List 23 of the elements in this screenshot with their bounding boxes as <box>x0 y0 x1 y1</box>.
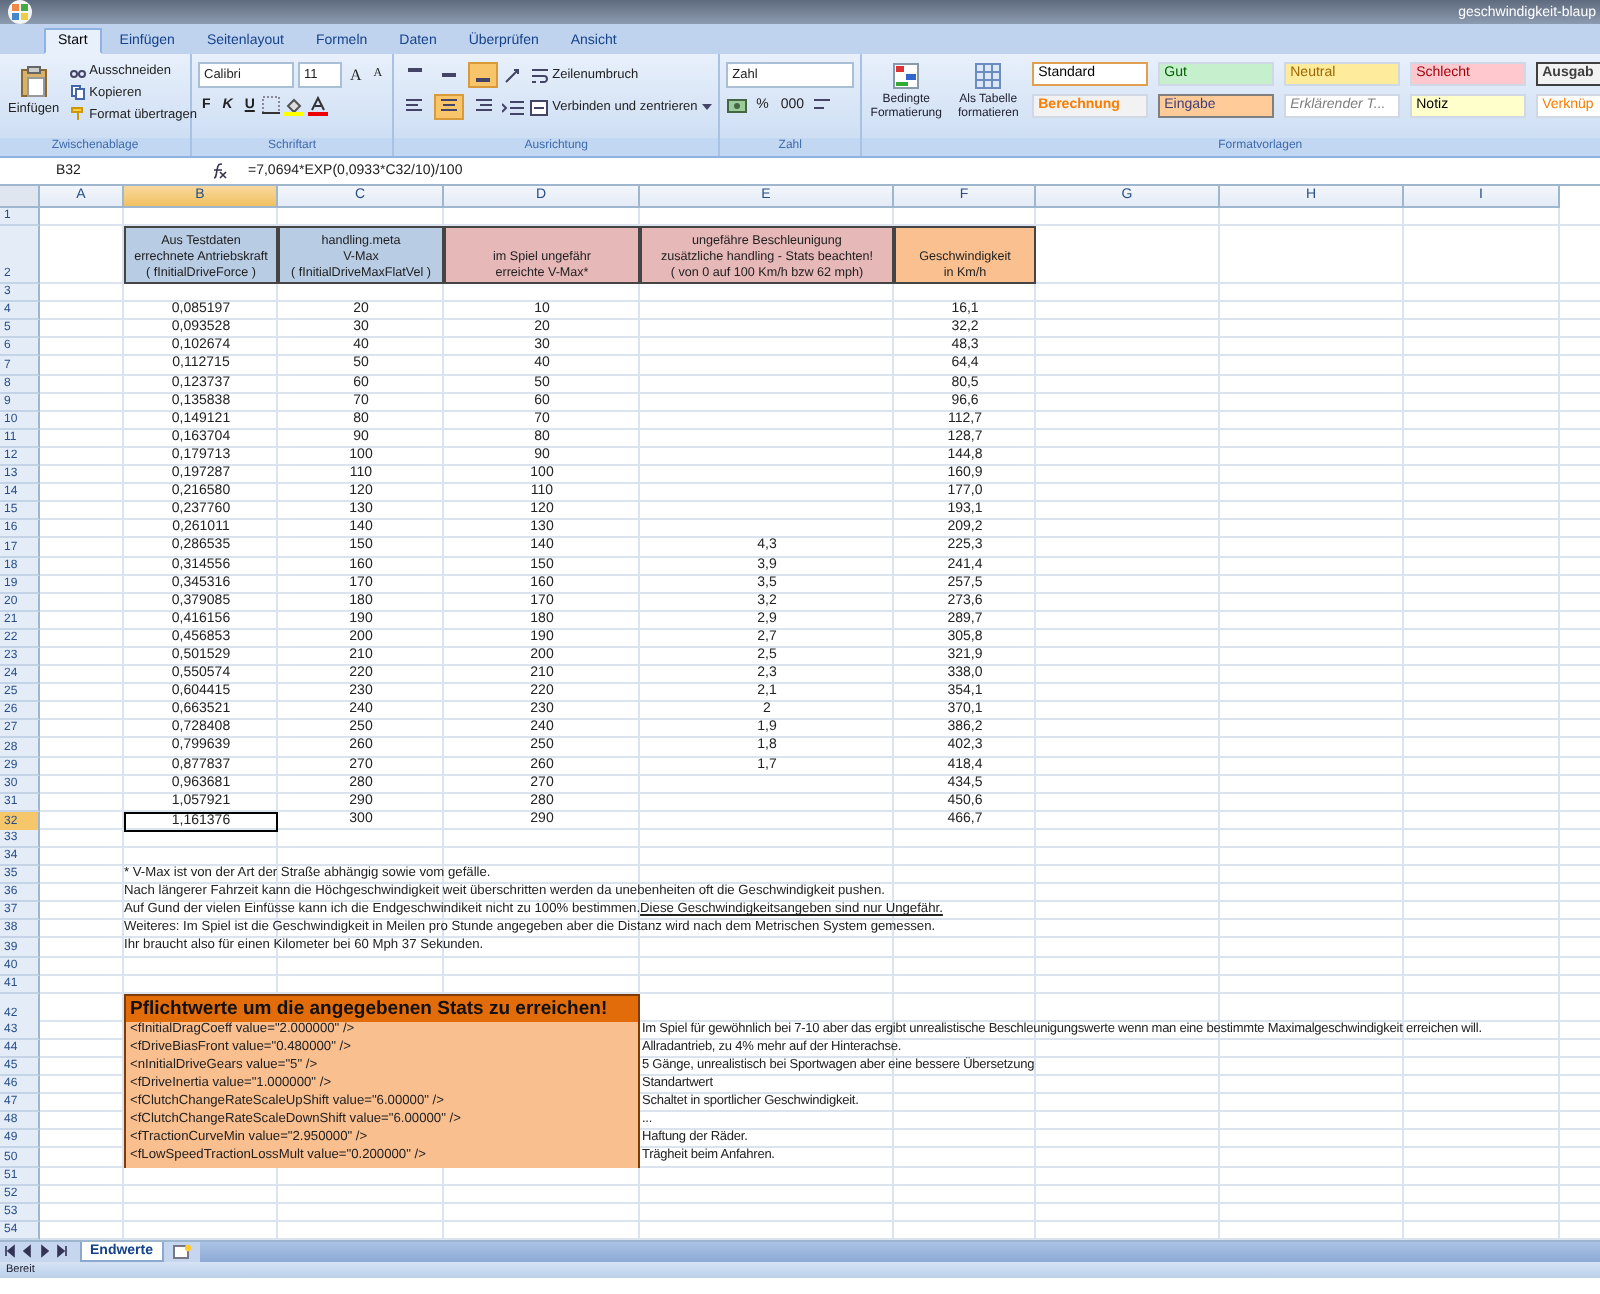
new-sheet-icon[interactable] <box>169 1244 194 1260</box>
function-icon[interactable] <box>208 162 228 180</box>
squares-icon <box>10 2 30 22</box>
horizontal-align-icon[interactable] <box>434 94 465 120</box>
decimal-icon[interactable] <box>812 96 833 114</box>
fill-color-icon[interactable] <box>284 95 305 115</box>
merge-icon <box>530 99 549 115</box>
indent-icon[interactable] <box>502 97 525 117</box>
table-icon <box>974 62 1003 90</box>
vertical-align-icon[interactable] <box>468 62 499 88</box>
copy-icon <box>69 84 86 100</box>
caret-icon <box>701 104 712 110</box>
border-icon[interactable] <box>262 96 281 114</box>
wrap-text-icon <box>532 67 549 83</box>
font-color-icon[interactable] <box>308 95 329 115</box>
brush-icon <box>69 106 86 122</box>
currency-icon[interactable] <box>726 95 749 115</box>
clipboard-icon <box>19 66 48 98</box>
office-button[interactable] <box>8 0 32 24</box>
grow-font-button[interactable]: A <box>346 64 366 86</box>
colored-grid-icon <box>892 62 921 90</box>
section-title: Pflichtwerte um die angegebenen Stats zu erreichen! <box>124 993 640 1024</box>
horizontal-scrollbar[interactable] <box>199 1242 1600 1262</box>
